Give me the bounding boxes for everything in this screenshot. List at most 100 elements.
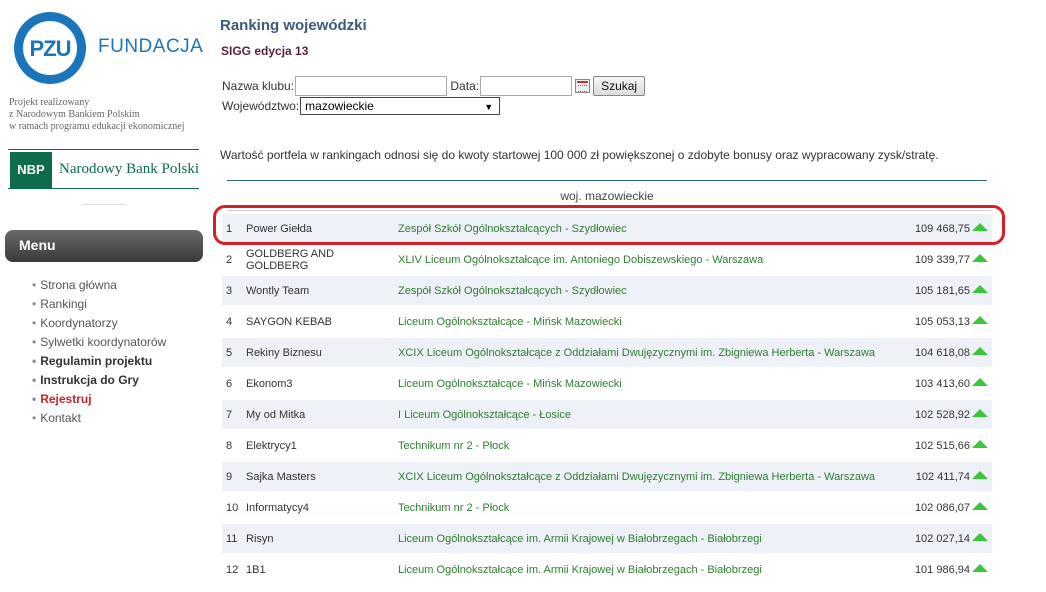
table-row: 6 Ekonom3 Liceum Ogólnokształcące - Mińsk … — [222, 369, 992, 400]
club-name-cell: Wontly Team — [246, 285, 310, 297]
voivodeship-selected-value: mazowieckie — [305, 99, 374, 113]
bullet-icon: • — [32, 335, 37, 349]
up-arrow-icon — [972, 471, 988, 479]
menu-item-rankings[interactable]: • Rankingi — [32, 297, 166, 316]
menu-item-home[interactable]: • Strona główna — [32, 278, 166, 297]
up-arrow-icon — [972, 502, 988, 510]
club-name-cell: Informatycy4 — [246, 502, 309, 514]
project-note-line: z Narodowym Bankiem Polskim — [9, 109, 140, 120]
portfolio-value-cell: 102 027,14 — [914, 533, 970, 545]
up-arrow-icon — [972, 564, 988, 572]
club-name-cell: Rekiny Biznesu — [246, 347, 322, 359]
rank-cell: 3 — [226, 285, 233, 297]
school-link[interactable]: Liceum Ogólnokształcące im. Armii Krajow… — [398, 533, 762, 545]
pzu-logo[interactable]: PZU — [14, 12, 86, 84]
club-name-cell: Sajka Masters — [246, 471, 316, 483]
up-arrow-icon — [972, 316, 988, 324]
school-link[interactable]: XCIX Liceum Ogólnokształcące z Oddziałam… — [398, 347, 875, 359]
club-name-cell: Ekonom3 — [246, 378, 293, 390]
nbp-logo-name: Narodowy Bank Polski — [59, 161, 199, 177]
up-arrow-icon — [972, 254, 988, 262]
menu-item-label: Instrukcja do Gry — [40, 373, 139, 387]
bullet-icon: • — [32, 373, 37, 387]
rank-cell: 7 — [226, 409, 233, 421]
sidebar: PZU FUNDACJA Projekt realizowany z Narod… — [0, 0, 210, 592]
up-arrow-icon — [972, 285, 988, 293]
menu-item-label: Rankingi — [40, 297, 87, 311]
bullet-icon: • — [32, 392, 37, 406]
club-name-cell: 1B1 — [246, 564, 266, 576]
search-button[interactable]: Szukaj — [593, 76, 646, 96]
ranking-table: 1 Power Giełda Zespół Szkół Ogólnokształcą… — [222, 214, 992, 586]
menu-item-label: Sylwetki koordynatorów — [40, 335, 167, 349]
school-link[interactable]: Liceum Ogólnokształcące - Mińsk Mazowiec… — [398, 316, 622, 328]
up-arrow-icon — [972, 440, 988, 448]
portfolio-value-cell: 102 086,07 — [914, 502, 970, 514]
menu-item-contact[interactable]: • Kontakt — [32, 411, 166, 430]
rank-cell: 2 — [226, 254, 233, 266]
school-link[interactable]: Liceum Ogólnokształcące im. Armii Krajow… — [398, 564, 762, 576]
club-name-cell: Elektrycy1 — [246, 440, 297, 452]
voivodeship-form-row: Województwo: mazowieckie ▼ — [222, 97, 501, 115]
table-top-divider — [227, 180, 987, 181]
date-input[interactable] — [480, 76, 573, 96]
highlight-annotation — [213, 205, 1005, 245]
menu-item-coordinator-profiles[interactable]: • Sylwetki koordynatorów — [32, 335, 166, 354]
table-row: 5 Rekiny Biznesu XCIX Liceum Ogólnokształc… — [222, 338, 992, 369]
page-title: Ranking wojewódzki — [220, 17, 367, 34]
school-link[interactable]: XCIX Liceum Ogólnokształcące z Oddziałam… — [398, 471, 875, 483]
portfolio-value-cell: 102 411,74 — [915, 471, 970, 483]
nbp-logo[interactable]: NBP Narodowy Bank Polski — [8, 149, 199, 189]
school-link[interactable]: XLIV Liceum Ogólnokształcące im. Antonie… — [398, 254, 763, 266]
up-arrow-icon — [972, 378, 988, 386]
rank-cell: 5 — [226, 347, 233, 359]
rank-cell: 4 — [226, 316, 233, 328]
voivodeship-select[interactable]: mazowieckie ▼ — [300, 97, 501, 115]
project-note: Projekt realizowany z Narodowym Bankiem … — [9, 97, 209, 133]
table-row: 7 My od Mitka I Liceum Ogólnokształcące - … — [222, 400, 992, 431]
menu-item-register[interactable]: • Rejestruj — [32, 392, 166, 411]
table-row: 9 Sajka Masters XCIX Liceum Ogólnokształcą… — [222, 462, 992, 493]
club-name-cell: Risyn — [246, 533, 274, 545]
menu-item-regulations[interactable]: • Regulamin projektu — [32, 354, 166, 373]
school-link[interactable]: Zespół Szkół Ogólnokształcących - Szydło… — [398, 285, 627, 297]
date-label: Data: — [450, 79, 480, 93]
bullet-icon: • — [32, 297, 37, 311]
table-row: 12 1B1 Liceum Ogólnokształcące im. Armii K… — [222, 555, 992, 586]
table-row: 3 Wontly Team Zespół Szkół Ogólnokształcąc… — [222, 276, 992, 307]
table-row: 10 Informatycy4 Technikum nr 2 - Płock 102 … — [222, 493, 992, 524]
edition-subtitle: SIGG edycja 13 — [221, 44, 309, 58]
nbp-logo-box: NBP — [10, 152, 52, 188]
table-row: 2 GOLDBERG AND GOLDBERG XLIV Liceum Ogólno… — [222, 245, 992, 276]
portfolio-value-cell: 105 053,13 — [914, 316, 970, 328]
menu-item-label: Kontakt — [40, 411, 81, 425]
pzu-logo-text: PZU — [29, 36, 72, 61]
rank-cell: 6 — [226, 378, 233, 390]
menu-item-coordinators[interactable]: • Koordynatorzy — [32, 316, 166, 335]
up-arrow-icon — [972, 347, 988, 355]
club-name-cell: GOLDBERG AND GOLDBERG — [246, 248, 335, 272]
calendar-icon[interactable] — [575, 79, 591, 93]
school-link[interactable]: Liceum Ogólnokształcące - Mińsk Mazowiec… — [398, 378, 622, 390]
school-link[interactable]: Technikum nr 2 - Płock — [398, 502, 509, 514]
club-name-input[interactable] — [295, 76, 448, 96]
portfolio-value-cell: 102 515,66 — [914, 440, 970, 452]
region-header: woj. mazowieckie — [560, 189, 654, 203]
voivodeship-label: Województwo: — [222, 99, 300, 113]
menu-item-game-instructions[interactable]: • Instrukcja do Gry — [32, 373, 166, 392]
school-link[interactable]: Technikum nr 2 - Płock — [398, 440, 509, 452]
up-arrow-icon — [972, 533, 988, 541]
club-name-cell: SAYGON KEBAB — [246, 316, 332, 328]
rank-cell: 8 — [226, 440, 233, 452]
portfolio-value-cell: 104 618,08 — [914, 347, 970, 359]
rank-cell: 10 — [226, 502, 239, 514]
portfolio-value-cell: 103 413,60 — [914, 378, 970, 390]
menu-list: • Strona główna • Rankingi • Koordynatorzy … — [32, 278, 166, 430]
table-row: 8 Elektrycy1 Technikum nr 2 - Płock 102 515… — [222, 431, 992, 462]
club-name-label: Nazwa klubu: — [222, 79, 295, 93]
dropdown-arrow-icon: ▼ — [484, 102, 494, 112]
project-note-line: Projekt realizowany — [9, 97, 90, 108]
rank-cell: 12 — [226, 564, 239, 576]
bullet-icon: • — [32, 278, 37, 292]
school-link[interactable]: I Liceum Ogólnokształcące - Łosice — [398, 409, 571, 421]
